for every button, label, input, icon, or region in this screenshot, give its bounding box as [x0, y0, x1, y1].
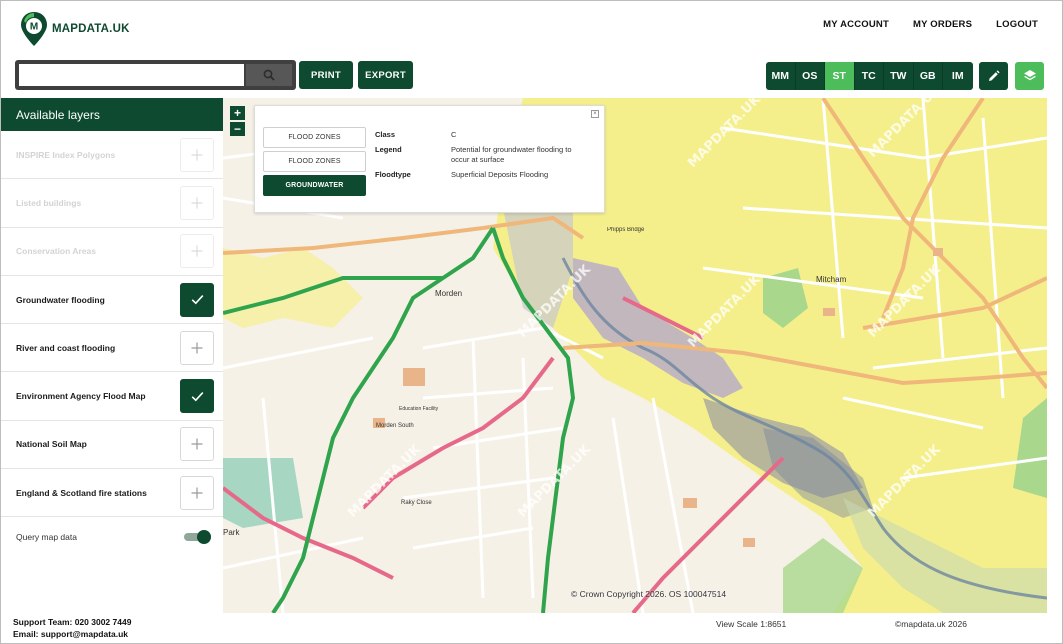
attr-key: Floodtype [375, 170, 411, 180]
support-info: Support Team: 020 3002 7449 Email: suppo… [13, 616, 131, 640]
popup-attributes: Class C Legend Potential for groundwater… [375, 130, 591, 186]
basemap-mm-button[interactable]: MM [766, 62, 796, 90]
basemap-im-button[interactable]: IM [943, 62, 973, 90]
export-button[interactable]: EXPORT [358, 61, 413, 89]
app-window: M MAPDATA.UK MY ACCOUNT MY ORDERS LOGOUT… [0, 0, 1063, 644]
layer-add-button[interactable] [180, 185, 214, 220]
layer-row-river-coast-flooding: River and coast flooding [1, 324, 223, 373]
map-place-label: Phipps Bridge [607, 227, 645, 233]
layer-label: Environment Agency Flood Map [16, 391, 146, 402]
brand-logo[interactable]: M MAPDATA.UK [20, 11, 130, 47]
draw-button[interactable] [979, 62, 1008, 90]
layer-toggle-checked[interactable] [180, 379, 214, 414]
layer-label: River and coast flooding [16, 342, 116, 353]
query-map-data-toggle[interactable] [184, 530, 211, 545]
basemap-tc-button[interactable]: TC [854, 62, 884, 90]
layer-row-inspire: INSPIRE Index Polygons [1, 131, 223, 180]
map-canvas[interactable]: MAPDATA.UK MAPDATA.UK MAPDATA.UK MAPDATA… [223, 98, 1047, 613]
layer-label: INSPIRE Index Polygons [16, 149, 116, 160]
basemap-gb-button[interactable]: GB [913, 62, 943, 90]
zoom-in-button[interactable]: + [230, 106, 245, 120]
popup-tab-flood-zones[interactable]: FLOOD ZONES [263, 127, 366, 148]
popup-tab-groundwater[interactable]: GROUNDWATER [263, 175, 366, 196]
attr-row-floodtype: Floodtype Superficial Deposits Flooding [375, 170, 591, 180]
basemap-tw-button[interactable]: TW [884, 62, 914, 90]
map-copyright: © Crown Copyright 2026. OS 100047514 [571, 589, 727, 599]
layer-toggle-checked[interactable] [180, 282, 214, 317]
attr-key: Class [375, 130, 396, 139]
query-map-data-label: Query map data [16, 532, 77, 543]
support-phone: Support Team: 020 3002 7449 [13, 617, 132, 627]
layer-row-groundwater-flooding: Groundwater flooding [1, 276, 223, 325]
nav-my-account[interactable]: MY ACCOUNT [823, 19, 889, 30]
layer-add-button[interactable] [180, 137, 214, 172]
search-icon [263, 69, 275, 81]
map-place-label: Park [223, 528, 240, 537]
search-bar [15, 60, 296, 90]
plus-icon [191, 149, 203, 161]
plus-icon [191, 487, 203, 499]
query-map-data-row: Query map data [1, 517, 223, 557]
map-place-label: Mitcham [816, 275, 847, 284]
layer-row-ea-flood-map: Environment Agency Flood Map [1, 372, 223, 421]
plus-icon [191, 245, 203, 257]
basemap-os-button[interactable]: OS [795, 62, 825, 90]
layers-button[interactable] [1015, 62, 1044, 90]
svg-text:M: M [30, 22, 38, 33]
plus-icon [191, 342, 203, 354]
search-button[interactable] [246, 64, 292, 86]
print-button[interactable]: PRINT [299, 61, 353, 89]
layers-icon [1023, 70, 1036, 81]
popup-tab-flood-zones-2[interactable]: FLOOD ZONES [263, 151, 366, 172]
layer-label: Listed buildings [16, 197, 82, 208]
map-place-label: Raky Close [401, 500, 432, 506]
basemap-switcher: MM OS ST TC TW GB IM [766, 62, 973, 90]
popup-close-icon[interactable]: × [591, 110, 599, 118]
pencil-icon [989, 69, 1000, 81]
attr-row-legend: Legend Potential for groundwater floodin… [375, 145, 591, 165]
layer-row-listed-buildings: Listed buildings [1, 179, 223, 228]
brand-name: MAPDATA.UK [52, 23, 130, 35]
layer-add-button[interactable] [180, 330, 214, 365]
footer-copyright: ©mapdata.uk 2026 [895, 619, 967, 629]
attr-value: C [451, 130, 457, 139]
zoom-controls: + − [230, 106, 245, 136]
basemap-st-button[interactable]: ST [825, 62, 855, 90]
support-email[interactable]: Email: support@mapdata.uk [13, 628, 131, 640]
layer-label: England & Scotland fire stations [16, 487, 147, 498]
layer-add-button[interactable] [180, 475, 214, 510]
layer-row-conservation-areas: Conservation Areas [1, 228, 223, 276]
layer-add-button[interactable] [180, 427, 214, 462]
attr-value: Superficial Deposits Flooding [451, 170, 549, 180]
search-input[interactable] [19, 64, 244, 86]
map-place-label: Morden South [376, 423, 414, 429]
view-scale: View Scale 1:8651 [716, 619, 787, 629]
layers-panel-title: Available layers [1, 98, 223, 131]
nav-my-orders[interactable]: MY ORDERS [913, 19, 972, 30]
feature-info-popup: × FLOOD ZONES FLOOD ZONES GROUNDWATER Cl… [254, 105, 605, 213]
layer-label: Groundwater flooding [16, 294, 105, 305]
layer-label: National Soil Map [16, 439, 87, 450]
attr-row-class: Class C [375, 130, 591, 140]
attr-value: Potential for groundwater flooding to oc… [451, 145, 572, 165]
layer-add-button[interactable] [180, 234, 214, 269]
plus-icon [191, 438, 203, 450]
layers-panel: Available layers INSPIRE Index Polygons … [1, 98, 223, 613]
attr-key: Legend [375, 145, 402, 155]
layer-row-national-soil-map: National Soil Map [1, 421, 223, 470]
zoom-out-button[interactable]: − [230, 122, 245, 136]
map-place-label: Morden [435, 289, 463, 298]
layer-row-fire-stations: England & Scotland fire stations [1, 469, 223, 518]
map-pin-logo-icon: M [21, 12, 47, 46]
plus-icon [191, 197, 203, 209]
check-icon [191, 391, 203, 401]
layer-label: Conservation Areas [16, 246, 96, 257]
nav-logout[interactable]: LOGOUT [996, 19, 1038, 30]
top-nav: MY ACCOUNT MY ORDERS LOGOUT [823, 19, 1038, 30]
check-icon [191, 295, 203, 305]
map-place-label: Education Facility [399, 406, 439, 412]
